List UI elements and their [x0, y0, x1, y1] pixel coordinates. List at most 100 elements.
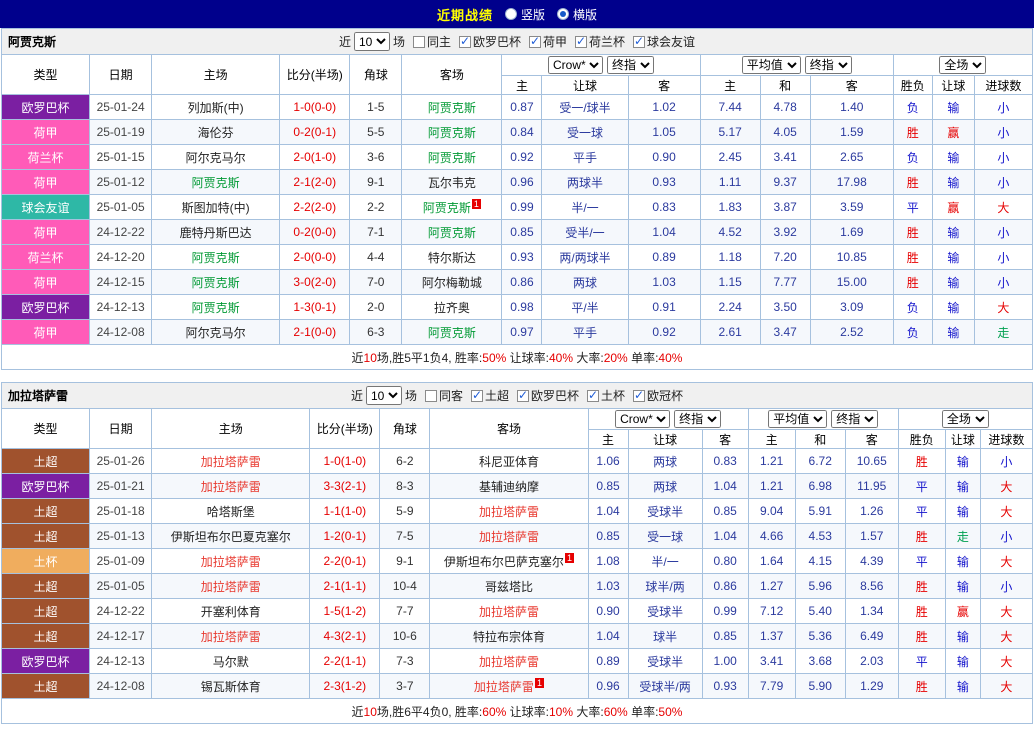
cell-score[interactable]: 2-1(2-0)	[280, 170, 350, 195]
cell-home-team[interactable]: 马尔默	[152, 649, 310, 674]
cell-away-team[interactable]: 阿贾克斯	[402, 95, 502, 120]
league-checkbox-champions[interactable]: 欧冠杯	[633, 387, 683, 404]
radio-icon[interactable]	[505, 8, 517, 20]
cell-away-team[interactable]: 瓦尔韦克	[402, 170, 502, 195]
cell-home-team[interactable]: 海伦芬	[152, 120, 280, 145]
cell-result-handicap: 输	[932, 170, 974, 195]
cell-away-team[interactable]: 阿贾克斯	[402, 320, 502, 345]
cell-away-team[interactable]: 科尼亚体育	[430, 449, 588, 474]
scope-select[interactable]: 全场	[942, 410, 989, 428]
cell-away-team[interactable]: 阿贾克斯	[402, 145, 502, 170]
cell-away-team[interactable]: 拉齐奥	[402, 295, 502, 320]
radio-icon[interactable]	[557, 8, 569, 20]
cell-score[interactable]: 2-0(0-0)	[280, 245, 350, 270]
checkbox-icon[interactable]	[633, 36, 645, 48]
cell-home-team[interactable]: 阿尔克马尔	[152, 145, 280, 170]
checkbox-icon[interactable]	[633, 390, 645, 402]
checkbox-icon[interactable]	[575, 36, 587, 48]
cell-home-team[interactable]: 列加斯(中)	[152, 95, 280, 120]
cell-score[interactable]: 1-2(0-1)	[310, 524, 380, 549]
cell-home-team[interactable]: 斯图加特(中)	[152, 195, 280, 220]
cell-home-team[interactable]: 加拉塔萨雷	[152, 549, 310, 574]
bookmaker-select[interactable]: Crow*	[548, 56, 603, 74]
cell-away-team[interactable]: 加拉塔萨雷1	[430, 674, 588, 699]
cell-away-team[interactable]: 加拉塔萨雷	[430, 524, 588, 549]
cell-score[interactable]: 0-2(0-0)	[280, 220, 350, 245]
cell-home-team[interactable]: 开塞利体育	[152, 599, 310, 624]
cell-home-team[interactable]: 阿贾克斯	[152, 295, 280, 320]
cell-odds-home: 0.85	[502, 220, 542, 245]
cell-away-team[interactable]: 阿尔梅勒城	[402, 270, 502, 295]
cell-score[interactable]: 1-1(1-0)	[310, 499, 380, 524]
cell-away-team[interactable]: 阿贾克斯	[402, 220, 502, 245]
cell-away-team[interactable]: 基辅迪纳摩	[430, 474, 588, 499]
cell-score[interactable]: 2-1(0-0)	[280, 320, 350, 345]
cell-score[interactable]: 1-0(1-0)	[310, 449, 380, 474]
cell-score[interactable]: 4-3(2-1)	[310, 624, 380, 649]
final-odds-select[interactable]: 终指	[674, 410, 721, 428]
sub-header-result: 胜负	[893, 76, 932, 95]
final-odds-select[interactable]: 终指	[607, 56, 654, 74]
same-venue-checkbox[interactable]: 同主	[413, 33, 451, 50]
cell-away-team[interactable]: 阿贾克斯1	[402, 195, 502, 220]
cell-away-team[interactable]: 阿贾克斯	[402, 120, 502, 145]
checkbox-icon[interactable]	[413, 36, 425, 48]
average-select[interactable]: 平均值	[768, 410, 827, 428]
final-odds-select[interactable]: 终指	[805, 56, 852, 74]
cell-home-team[interactable]: 锡瓦斯体育	[152, 674, 310, 699]
league-checkbox-turkish-cup[interactable]: 土杯	[587, 387, 625, 404]
cell-home-team[interactable]: 阿贾克斯	[152, 270, 280, 295]
bookmaker-select[interactable]: Crow*	[615, 410, 670, 428]
cell-result-handicap: 输	[932, 295, 974, 320]
league-checkbox-dutch-cup[interactable]: 荷兰杯	[575, 33, 625, 50]
average-select[interactable]: 平均值	[742, 56, 801, 74]
cell-score[interactable]: 2-2(2-0)	[280, 195, 350, 220]
cell-away-team[interactable]: 特拉布宗体育	[430, 624, 588, 649]
cell-score[interactable]: 2-0(1-0)	[280, 145, 350, 170]
cell-score[interactable]: 2-2(1-1)	[310, 649, 380, 674]
layout-radio-vertical[interactable]: 竖版	[505, 6, 545, 23]
cell-home-team[interactable]: 阿尔克马尔	[152, 320, 280, 345]
cell-away-team[interactable]: 加拉塔萨雷	[430, 499, 588, 524]
league-checkbox-super-lig[interactable]: 土超	[471, 387, 509, 404]
cell-away-team[interactable]: 伊斯坦布尔巴萨克塞尔1	[430, 549, 588, 574]
checkbox-icon[interactable]	[529, 36, 541, 48]
cell-score[interactable]: 1-3(0-1)	[280, 295, 350, 320]
cell-home-team[interactable]: 加拉塔萨雷	[152, 449, 310, 474]
layout-radio-horizontal[interactable]: 横版	[557, 6, 597, 23]
cell-home-team[interactable]: 加拉塔萨雷	[152, 574, 310, 599]
cell-away-team[interactable]: 加拉塔萨雷	[430, 649, 588, 674]
scope-select[interactable]: 全场	[939, 56, 986, 74]
cell-score[interactable]: 1-5(1-2)	[310, 599, 380, 624]
cell-home-team[interactable]: 哈塔斯堡	[152, 499, 310, 524]
cell-score[interactable]: 2-3(1-2)	[310, 674, 380, 699]
checkbox-icon[interactable]	[587, 390, 599, 402]
league-checkbox-eredivisie[interactable]: 荷甲	[529, 33, 567, 50]
cell-home-team[interactable]: 阿贾克斯	[152, 170, 280, 195]
cell-home-team[interactable]: 阿贾克斯	[152, 245, 280, 270]
cell-home-team[interactable]: 加拉塔萨雷	[152, 624, 310, 649]
checkbox-icon[interactable]	[459, 36, 471, 48]
cell-score[interactable]: 1-0(0-0)	[280, 95, 350, 120]
checkbox-icon[interactable]	[425, 390, 437, 402]
match-count-select[interactable]: 10	[366, 386, 402, 405]
cell-score[interactable]: 3-0(2-0)	[280, 270, 350, 295]
final-odds-select[interactable]: 终指	[831, 410, 878, 428]
cell-score[interactable]: 0-2(0-1)	[280, 120, 350, 145]
same-venue-checkbox[interactable]: 同客	[425, 387, 463, 404]
cell-score[interactable]: 3-3(2-1)	[310, 474, 380, 499]
cell-away-team[interactable]: 哥兹塔比	[430, 574, 588, 599]
checkbox-icon[interactable]	[471, 390, 483, 402]
cell-score[interactable]: 2-1(1-1)	[310, 574, 380, 599]
league-checkbox-europa[interactable]: 欧罗巴杯	[459, 33, 521, 50]
cell-away-team[interactable]: 加拉塔萨雷	[430, 599, 588, 624]
cell-home-team[interactable]: 加拉塔萨雷	[152, 474, 310, 499]
league-checkbox-europa[interactable]: 欧罗巴杯	[517, 387, 579, 404]
cell-score[interactable]: 2-2(0-1)	[310, 549, 380, 574]
league-checkbox-friendly[interactable]: 球会友谊	[633, 33, 695, 50]
match-count-select[interactable]: 10	[354, 32, 390, 51]
cell-away-team[interactable]: 特尔斯达	[402, 245, 502, 270]
cell-home-team[interactable]: 鹿特丹斯巴达	[152, 220, 280, 245]
checkbox-icon[interactable]	[517, 390, 529, 402]
cell-home-team[interactable]: 伊斯坦布尔巴夏克塞尔	[152, 524, 310, 549]
